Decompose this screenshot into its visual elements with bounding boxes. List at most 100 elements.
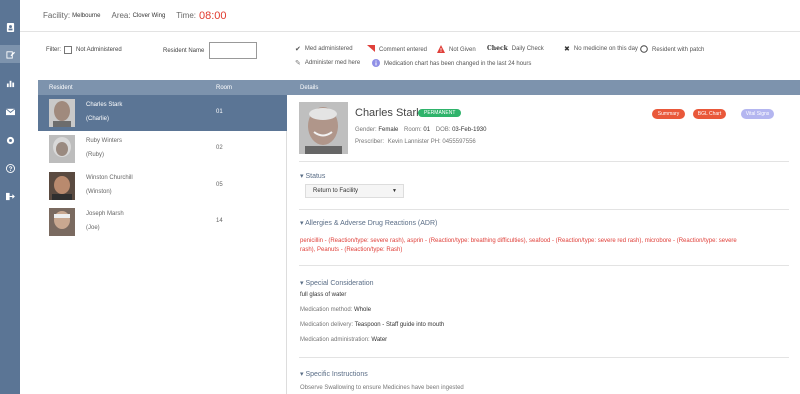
delivery-value: Teaspoon - Staff guide into mouth — [354, 322, 445, 328]
legend-administer-med: ✎ Administer med here — [295, 59, 360, 67]
comment-flag-icon — [367, 45, 375, 54]
resident-room: 01 — [216, 109, 223, 115]
resident-list: Charles Stark (Charlie) 01 Ruby Winters … — [38, 95, 287, 394]
chevron-down-icon: ▼ — [392, 188, 397, 194]
resident-row[interactable]: Joseph Marsh (Joe) 14 — [38, 204, 287, 240]
details-header: Details — [288, 80, 800, 95]
specific-note: Observe Swallowing to ensure Medicines h… — [300, 385, 464, 391]
sign-out-icon[interactable] — [4, 190, 16, 202]
resident-name-label: Resident Name — [163, 47, 205, 54]
time-label: Time: — [176, 11, 196, 20]
resident-name-input[interactable] — [209, 42, 258, 59]
not-administered-label: Not Administered — [76, 47, 122, 53]
filter-label: Filter: — [46, 47, 61, 53]
administration-label: Medication administration: — [300, 337, 370, 343]
legend-no-medicine: ✖ No medicine on this day — [564, 45, 638, 53]
resident-info-line: Gender: Female Room: 01 DOB: 03-Feb-1930 — [355, 127, 486, 133]
status-title-text: Status — [305, 173, 326, 180]
medication-delivery: Medication delivery: Teaspoon - Staff gu… — [300, 322, 444, 328]
cross-icon: ✖ — [564, 46, 570, 53]
gender-label: Gender: — [355, 127, 377, 133]
legend-med-administered: ✔ Med administered — [295, 45, 353, 53]
dob-label: DOB: — [435, 127, 451, 133]
legend-comment-entered: Comment entered — [367, 45, 427, 54]
summary-button[interactable]: Summary — [652, 109, 685, 119]
legend-label: Administer med here — [304, 60, 361, 66]
resident-nickname: (Charlie) — [86, 116, 110, 122]
delivery-label: Medication delivery: — [300, 322, 354, 328]
legend-chart-changed: Medication chart has been changed in the… — [372, 59, 531, 69]
special-title-text: Special Consideration — [305, 280, 374, 287]
specific-title-text: Specific Instructions — [305, 371, 368, 378]
legend-resident-patch: Resident with patch — [640, 45, 704, 55]
method-value: Whole — [354, 307, 372, 313]
allergies-line: penicillin - (Reaction/type: severe rash… — [300, 238, 737, 244]
allergies-title-text: Allergies & Adverse Drug Reactions (ADR) — [305, 220, 438, 227]
resident-row[interactable]: Charles Stark (Charlie) 01 — [38, 95, 287, 131]
main-panel: Resident Room Details Charles Stark (Cha… — [38, 80, 800, 394]
divider — [299, 209, 789, 210]
facility-value[interactable]: Melbourne — [72, 13, 100, 19]
special-section-title[interactable]: ▾ Special Consideration — [300, 279, 374, 287]
prescriber-line: Prescriber: Kevin Lannister PH: 04555975… — [355, 139, 476, 145]
room-label: Room: — [404, 127, 422, 133]
gender-value: Female — [378, 127, 399, 133]
vital-signs-button[interactable]: Vital Signs — [741, 109, 774, 119]
resident-nickname: (Ruby) — [86, 152, 105, 158]
legend-label: Comment entered — [379, 46, 428, 53]
status-badge: PERMANENT — [418, 109, 462, 117]
facility-header: Facility: Melbourne Area: Clover Wing Ti… — [20, 0, 800, 32]
resident-room: 02 — [216, 145, 223, 151]
legend-daily-check: Check Daily Check — [487, 45, 544, 52]
resident-nickname: (Joe) — [86, 225, 100, 231]
area-label: Area: — [111, 11, 131, 20]
resident-name: Winston Churchill — [86, 175, 133, 181]
left-sidebar — [0, 0, 20, 394]
status-selected-value: Return to Facility — [313, 188, 359, 194]
resident-row[interactable]: Winston Churchill (Winston) 05 — [38, 168, 287, 204]
legend-label: No medicine on this day — [573, 46, 638, 52]
resident-avatar — [49, 172, 75, 200]
resident-row[interactable]: Ruby Winters (Ruby) 02 — [38, 131, 287, 167]
daily-check-icon: Check — [487, 45, 508, 52]
col-room: Room — [216, 84, 233, 91]
bgl-chart-button[interactable]: BGL Chart — [693, 109, 726, 119]
help-icon[interactable] — [4, 162, 16, 174]
resident-full-name: Charles Stark — [355, 107, 422, 119]
divider — [299, 265, 789, 266]
not-administered-checkbox[interactable] — [64, 46, 72, 54]
resident-avatar — [49, 99, 75, 127]
resident-avatar — [49, 208, 75, 236]
resident-room: 14 — [216, 218, 223, 224]
specific-section-title[interactable]: ▾ Specific Instructions — [300, 370, 368, 378]
facility-label: Facility: — [43, 11, 71, 20]
resident-nickname: (Winston) — [86, 189, 112, 195]
warning-icon — [437, 45, 445, 55]
bar-chart-icon[interactable] — [4, 77, 16, 89]
prescriber-label: Prescriber: — [355, 139, 385, 145]
resident-name: Ruby Winters — [86, 138, 123, 144]
administration-value: Water — [371, 337, 388, 343]
dob-value: 03-Feb-1930 — [452, 127, 487, 133]
legend-label: Daily Check — [511, 45, 544, 52]
envelope-icon[interactable] — [4, 105, 16, 117]
divider — [299, 357, 789, 358]
allergies-section-title[interactable]: ▾ Allergies & Adverse Drug Reactions (AD… — [300, 219, 437, 227]
legend-label: Med administered — [304, 46, 353, 52]
gear-icon[interactable] — [4, 134, 16, 146]
legend-label: Not Given — [449, 47, 476, 53]
prescriber-value: Kevin Lannister PH: 0455597556 — [387, 139, 476, 145]
list-header: Resident Room — [38, 80, 288, 95]
medication-administration: Medication administration: Water — [300, 337, 387, 343]
divider — [299, 161, 789, 162]
allergies-line: rash), Peanuts - (Reaction/type: Rash) — [300, 247, 403, 253]
edit-icon[interactable] — [0, 45, 20, 63]
user-icon[interactable] — [4, 21, 16, 33]
area-value[interactable]: Clover Wing — [133, 13, 166, 19]
medication-method: Medication method: Whole — [300, 307, 371, 313]
info-icon — [372, 59, 380, 69]
status-section-title[interactable]: ▾ Status — [300, 172, 325, 180]
col-details: Details — [300, 84, 319, 91]
status-select[interactable]: Return to Facility ▼ — [305, 184, 404, 198]
resident-photo — [299, 102, 348, 154]
